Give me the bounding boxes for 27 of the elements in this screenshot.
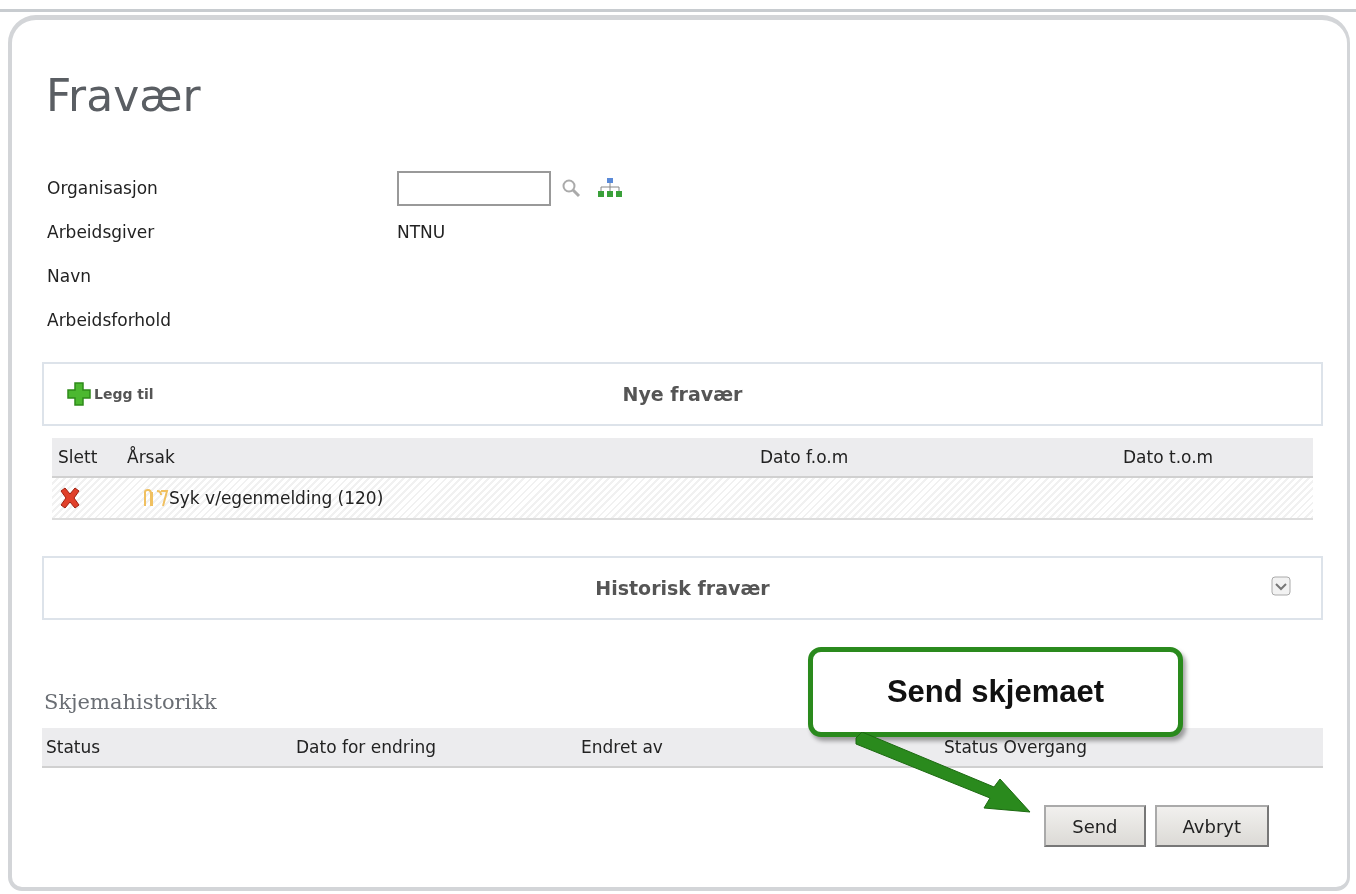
field-label: Arbeidsgiver [47, 222, 155, 242]
table-cell: Syk v/egenmelding (120) [169, 488, 384, 508]
field-label: Navn [47, 266, 91, 286]
field-label: Arbeidsforhold [47, 310, 171, 330]
callout: Send skjemaet [808, 647, 1183, 737]
organisation-field[interactable] [397, 170, 551, 206]
column-header: Status [42, 728, 292, 768]
column-header: Årsak [121, 438, 754, 478]
panel-title: Historisk fravær [595, 577, 770, 599]
form-button[interactable]: Send [1044, 805, 1146, 847]
reason-icon [143, 488, 169, 508]
delete-icon[interactable] [58, 487, 82, 509]
chevron-icon[interactable] [1271, 576, 1291, 596]
field-label: Organisasjon [47, 178, 158, 198]
plus-icon [66, 381, 92, 407]
field-value: NTNU [397, 222, 446, 242]
add-button[interactable]: Legg til [66, 381, 154, 407]
section-title: Skjemahistorikk [44, 690, 217, 714]
org-chart-icon[interactable] [597, 177, 623, 199]
page-title: Fravær [46, 74, 202, 118]
column-header: Dato for endring [292, 728, 577, 768]
column-header: Slett [52, 438, 121, 478]
form-button[interactable]: Avbryt [1154, 805, 1269, 847]
search-icon[interactable] [561, 178, 581, 198]
column-header: Dato f.o.m [754, 438, 1117, 478]
column-header: Dato t.o.m [1117, 438, 1313, 478]
panel-title: Nye fravær [622, 383, 743, 405]
